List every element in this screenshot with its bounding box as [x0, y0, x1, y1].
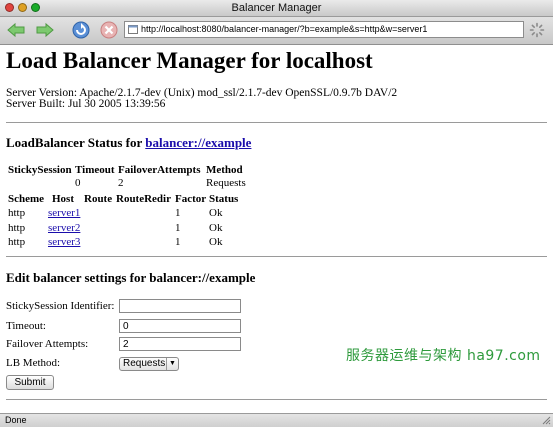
row-2-factor: 1: [175, 222, 181, 234]
timeout-input[interactable]: [119, 319, 241, 333]
minimize-window-button[interactable]: [18, 3, 27, 12]
sticky-label: StickySession Identifier:: [6, 300, 115, 312]
lbmethod-label: LB Method:: [6, 357, 61, 369]
lb-method-selected: Requests: [123, 358, 166, 369]
page-title: Load Balancer Manager for localhost: [6, 48, 373, 73]
edit-heading: Edit balancer settings for balancer://ex…: [6, 270, 256, 285]
timeout-label: Timeout:: [6, 320, 46, 332]
row-1-status: Ok: [209, 207, 223, 219]
col-header-factor: Factor: [175, 193, 207, 205]
balancer-link[interactable]: balancer://example: [145, 135, 251, 150]
divider: [6, 122, 547, 123]
page-icon: [128, 25, 138, 34]
stop-icon: [100, 21, 118, 39]
address-bar-url: http://localhost:8080/balancer-manager/?…: [141, 24, 428, 34]
timeout-value: 0: [75, 177, 81, 189]
close-window-button[interactable]: [5, 3, 14, 12]
forward-arrow-icon: [36, 22, 54, 38]
divider: [6, 256, 547, 257]
worker-link-server1[interactable]: server1: [48, 207, 80, 219]
browser-toolbar: http://localhost:8080/balancer-manager/?…: [0, 17, 553, 45]
status-bar: Done: [0, 413, 553, 427]
col-header-timeout: Timeout: [75, 164, 115, 176]
row-3-factor: 1: [175, 236, 181, 248]
reload-icon: [72, 21, 90, 39]
failover-value: 2: [118, 177, 124, 189]
row-2-scheme: http: [8, 222, 26, 234]
forward-button[interactable]: [34, 20, 56, 40]
col-header-scheme: Scheme: [8, 193, 45, 205]
status-text: Done: [5, 415, 27, 425]
resize-grip-icon[interactable]: [542, 416, 551, 425]
failover-attempts-input[interactable]: [119, 337, 241, 351]
sticky-session-input[interactable]: [119, 299, 241, 313]
dropdown-arrow-icon: ▼: [166, 358, 178, 370]
col-header-method: Method: [206, 164, 243, 176]
zoom-window-button[interactable]: [31, 3, 40, 12]
status-heading: LoadBalancer Status for balancer://examp…: [6, 135, 251, 151]
method-value: Requests: [206, 177, 246, 189]
row-1-factor: 1: [175, 207, 181, 219]
worker-link-server2[interactable]: server2: [48, 222, 80, 234]
window-titlebar: Balancer Manager: [0, 0, 553, 17]
submit-button[interactable]: Submit: [6, 375, 54, 390]
back-arrow-icon: [7, 22, 25, 38]
watermark-text: 服务器运维与架构 ha97.com: [346, 348, 541, 364]
col-header-failoverattempts: FailoverAttempts: [118, 164, 201, 176]
window-title: Balancer Manager: [231, 2, 322, 14]
row-3-scheme: http: [8, 236, 26, 248]
row-3-status: Ok: [209, 236, 223, 248]
row-2-status: Ok: [209, 222, 223, 234]
server-built: Server Built: Jul 30 2005 13:39:56: [6, 98, 166, 110]
reload-button[interactable]: [70, 20, 92, 40]
status-heading-text: LoadBalancer Status for: [6, 135, 146, 150]
window-controls: [5, 3, 40, 12]
col-header-status: Status: [209, 193, 239, 205]
col-header-stickysession: StickySession: [8, 164, 72, 176]
col-header-routeredir: RouteRedir: [116, 193, 171, 205]
col-header-host: Host: [52, 193, 74, 205]
stop-button[interactable]: [98, 20, 120, 40]
lb-method-select[interactable]: Requests ▼: [119, 357, 179, 371]
col-header-route: Route: [84, 193, 113, 205]
failover-label: Failover Attempts:: [6, 338, 89, 350]
row-1-scheme: http: [8, 207, 26, 219]
address-bar[interactable]: http://localhost:8080/balancer-manager/?…: [124, 21, 524, 38]
divider: [6, 399, 547, 400]
spinner-icon: [529, 22, 545, 38]
back-button[interactable]: [5, 20, 27, 40]
worker-link-server3[interactable]: server3: [48, 236, 80, 248]
